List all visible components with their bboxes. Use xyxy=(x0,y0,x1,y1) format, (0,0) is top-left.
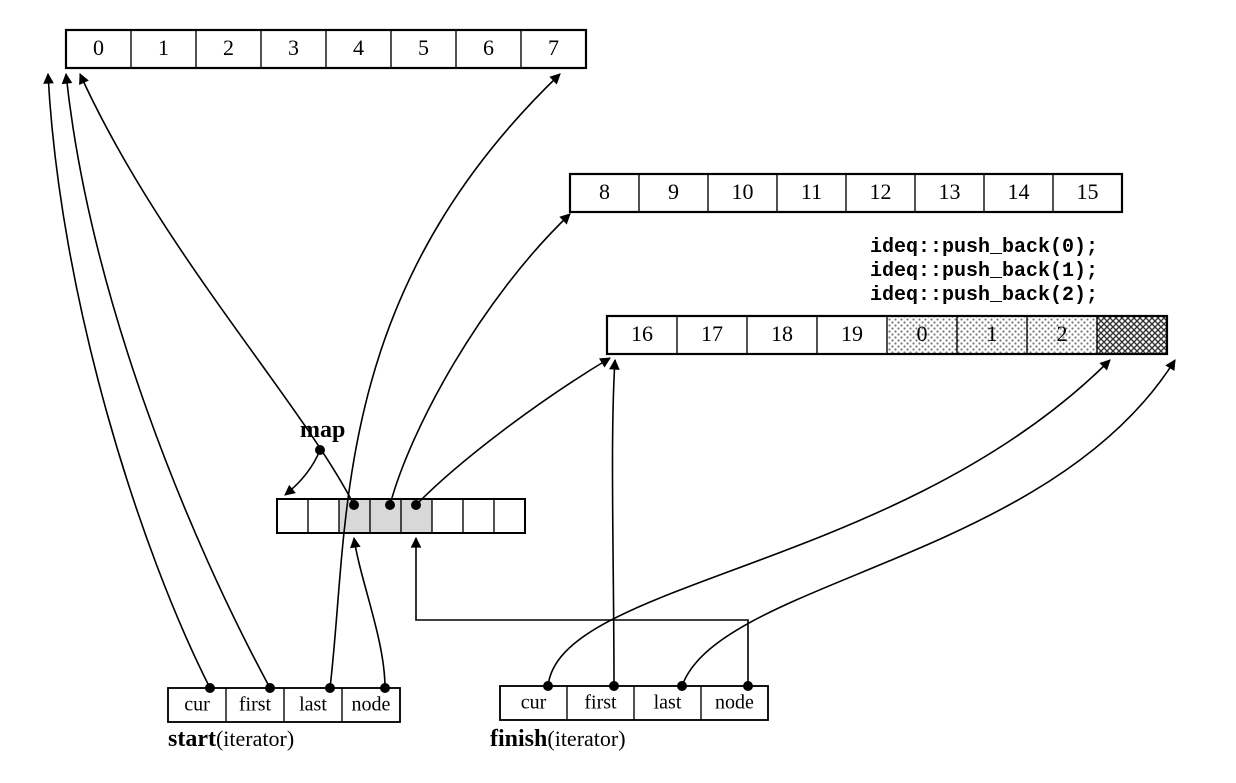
buf2-cell-7: 15 xyxy=(1077,179,1099,204)
buf3-cell-4: 0 xyxy=(917,321,928,346)
finish-suffix: (iterator) xyxy=(547,726,625,751)
buf3-cell-5: 1 xyxy=(987,321,998,346)
finish-cur-label: cur xyxy=(521,692,547,714)
buf2-cell-6: 14 xyxy=(1008,179,1030,204)
code-line-2: ideq::push_back(2); xyxy=(870,284,1098,307)
start-name: start xyxy=(168,726,216,752)
buffer-1: 0 1 2 3 4 5 6 7 xyxy=(66,30,586,68)
code-line-1: ideq::push_back(1); xyxy=(870,260,1098,283)
svg-text:finish(iterator): finish(iterator) xyxy=(490,726,626,752)
buf1-cell-4: 4 xyxy=(353,35,364,60)
buf1-cell-3: 3 xyxy=(288,35,299,60)
start-iterator: cur first last node start(iterator) xyxy=(168,683,400,752)
buf3-cell-3: 19 xyxy=(841,321,863,346)
buf3-cell-2: 18 xyxy=(771,321,793,346)
buf3-cell-6: 2 xyxy=(1057,321,1068,346)
start-first-label: first xyxy=(239,694,272,716)
svg-text:start(iterator): start(iterator) xyxy=(168,726,294,752)
buf2-cell-1: 9 xyxy=(668,179,679,204)
map-structure: map xyxy=(277,417,525,533)
buf3-cell-0: 16 xyxy=(631,321,653,346)
finish-first-label: first xyxy=(584,692,617,714)
buf1-cell-5: 5 xyxy=(418,35,429,60)
buffer-3: 16 17 18 19 0 1 2 xyxy=(607,316,1167,354)
pointer-arrows xyxy=(48,74,1175,688)
finish-last-label: last xyxy=(654,692,682,714)
map-label: map xyxy=(300,417,345,443)
finish-node-label: node xyxy=(715,692,754,714)
buf2-cell-0: 8 xyxy=(599,179,610,204)
buf2-cell-5: 13 xyxy=(939,179,961,204)
buf2-cell-3: 11 xyxy=(801,179,822,204)
finish-name: finish xyxy=(490,726,547,752)
buf2-cell-4: 12 xyxy=(870,179,892,204)
buf1-cell-2: 2 xyxy=(223,35,234,60)
buf1-cell-6: 6 xyxy=(483,35,494,60)
code-block: ideq::push_back(0); ideq::push_back(1); … xyxy=(870,236,1098,307)
buf2-cell-2: 10 xyxy=(732,179,754,204)
start-node-label: node xyxy=(352,694,391,716)
buf1-cell-1: 1 xyxy=(158,35,169,60)
buf3-cell-1: 17 xyxy=(701,321,723,346)
buf1-cell-0: 0 xyxy=(93,35,104,60)
start-last-label: last xyxy=(299,694,327,716)
code-line-0: ideq::push_back(0); xyxy=(870,236,1098,259)
start-suffix: (iterator) xyxy=(216,726,294,751)
finish-iterator: cur first last node finish(iterator) xyxy=(490,681,768,752)
start-cur-label: cur xyxy=(184,694,210,716)
buf1-cell-7: 7 xyxy=(548,35,559,60)
buffer-2: 8 9 10 11 12 13 14 15 xyxy=(570,174,1122,212)
